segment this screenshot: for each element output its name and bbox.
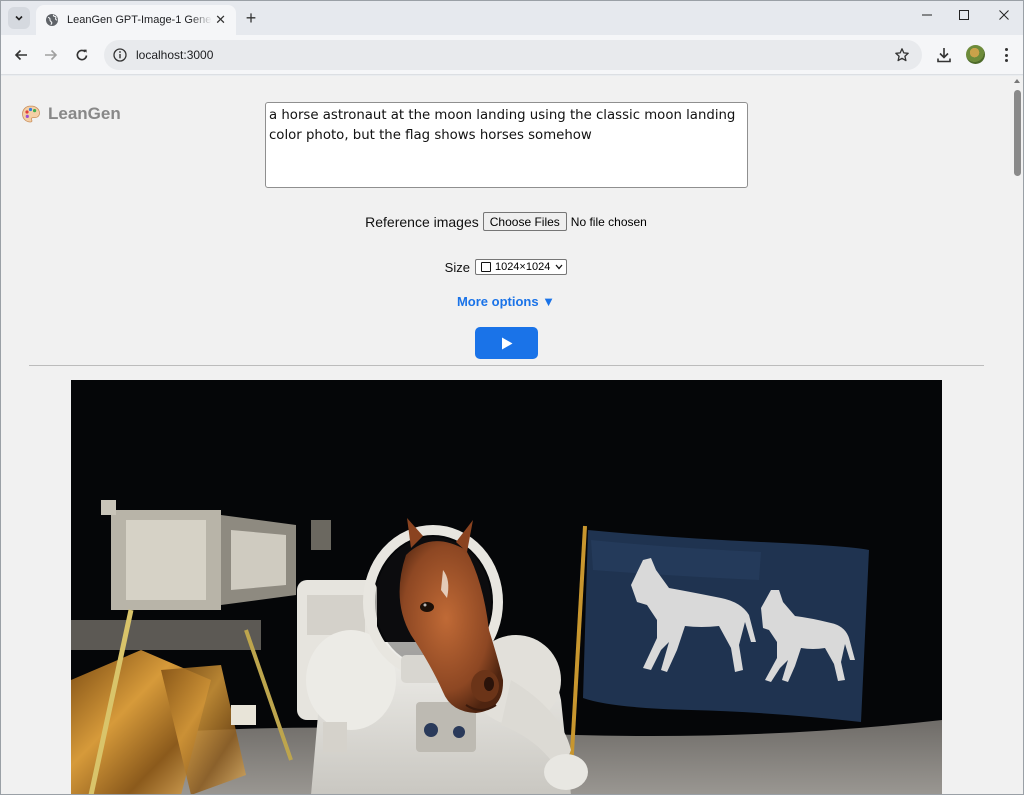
browser-window: LeanGen GPT-Image-1 Generator ✕ + localh…: [0, 0, 1024, 795]
scroll-thumb[interactable]: [1014, 90, 1021, 176]
reference-images-label: Reference images: [365, 213, 479, 230]
tab-search-icon[interactable]: [8, 7, 30, 29]
globe-icon: [46, 14, 58, 26]
generated-image[interactable]: [71, 380, 942, 794]
page-viewport: LeanGen a horse astronaut at the moon la…: [1, 76, 1023, 794]
prompt-input[interactable]: a horse astronaut at the moon landing us…: [265, 102, 748, 188]
brand-name: LeanGen: [48, 104, 121, 123]
size-select[interactable]: 1024×1024: [474, 259, 568, 275]
close-icon[interactable]: ✕: [215, 12, 226, 28]
size-row: Size 1024×1024: [1, 259, 1011, 275]
scroll-up-arrow-icon[interactable]: [1014, 79, 1020, 83]
page-scrollbar[interactable]: [1011, 76, 1023, 794]
site-info-icon[interactable]: [113, 48, 127, 62]
play-icon: [501, 337, 512, 349]
size-value: 1024×1024: [494, 261, 551, 273]
palette-icon: [22, 105, 40, 123]
address-bar[interactable]: localhost:3000: [104, 40, 922, 70]
bookmark-star-icon[interactable]: [894, 47, 910, 63]
divider: [29, 365, 984, 366]
download-icon[interactable]: [935, 46, 953, 64]
profile-avatar[interactable]: [966, 45, 985, 64]
tab-title: LeanGen GPT-Image-1 Generator: [67, 14, 212, 26]
reference-images-row: Reference images Choose Files No file ch…: [1, 212, 1011, 231]
forward-arrow-icon[interactable]: [40, 44, 62, 66]
square-icon: [480, 262, 491, 272]
browser-menu-icon[interactable]: [998, 46, 1014, 64]
reload-icon[interactable]: [71, 44, 93, 66]
new-tab-button[interactable]: +: [242, 8, 260, 28]
size-label: Size: [444, 259, 470, 275]
generate-button[interactable]: [475, 327, 538, 359]
active-tab[interactable]: LeanGen GPT-Image-1 Generator ✕: [36, 5, 236, 35]
brand: LeanGen: [21, 104, 121, 124]
maximize-icon[interactable]: [946, 5, 982, 25]
more-options-toggle[interactable]: More options ▼: [457, 294, 555, 309]
horse-flag: [583, 530, 869, 722]
chevron-down-icon: [555, 264, 563, 270]
window-close-icon[interactable]: [986, 5, 1022, 25]
url-text[interactable]: localhost:3000: [136, 48, 213, 62]
more-options-row: More options ▼: [1, 293, 1011, 311]
tab-strip: LeanGen GPT-Image-1 Generator ✕ +: [1, 1, 1023, 35]
minimize-icon[interactable]: [909, 5, 945, 25]
back-arrow-icon[interactable]: [10, 44, 32, 66]
browser-toolbar: localhost:3000: [1, 35, 1023, 75]
file-status-text: No file chosen: [570, 214, 647, 229]
choose-files-button[interactable]: Choose Files: [482, 212, 567, 231]
